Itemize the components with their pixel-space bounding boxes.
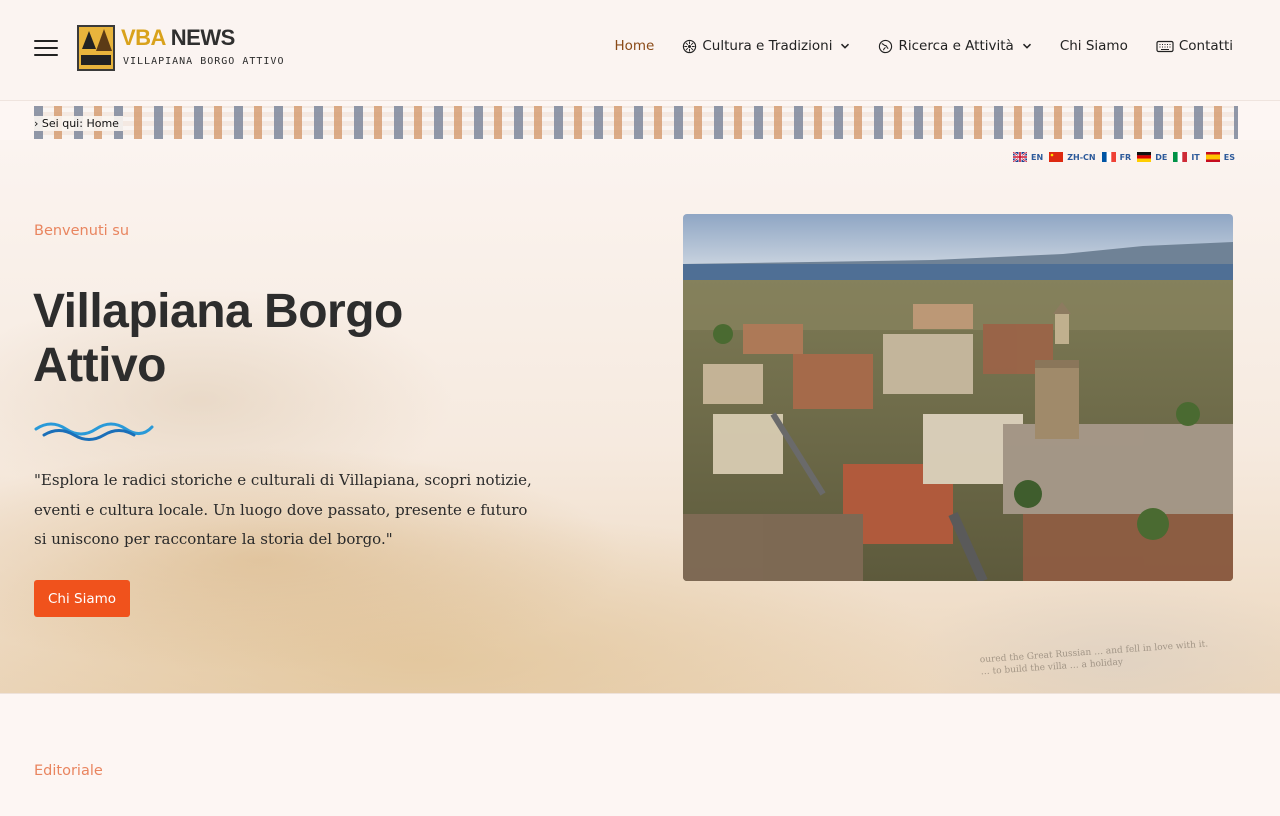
hero-title: Villapiana Borgo Attivo bbox=[33, 285, 403, 392]
lang-code: FR bbox=[1119, 152, 1132, 162]
logo-tagline: VILLAPIANA BORGO ATTIVO bbox=[123, 56, 285, 67]
nav-item-cultura-e-tradizioni[interactable]: Cultura e Tradizioni bbox=[682, 38, 850, 54]
site-logo[interactable]: VBA NEWS VILLAPIANA BORGO ATTIVO bbox=[77, 25, 287, 73]
lang-es[interactable]: ES bbox=[1205, 152, 1235, 162]
logo-brand-vba: VBA bbox=[121, 25, 166, 50]
lang-it[interactable]: IT bbox=[1173, 152, 1200, 162]
lang-code: IT bbox=[1191, 152, 1200, 162]
lang-code: ES bbox=[1223, 152, 1235, 162]
lang-code: DE bbox=[1155, 152, 1168, 162]
nav-item-chi-siamo[interactable]: Chi Siamo bbox=[1060, 38, 1128, 54]
breadcrumb: › Sei qui: Home bbox=[34, 116, 123, 131]
germany-flag-icon bbox=[1137, 152, 1152, 162]
nav-item-label: Contatti bbox=[1178, 38, 1233, 54]
lang-en[interactable]: EN bbox=[1013, 152, 1043, 162]
hero-divider bbox=[0, 693, 1280, 694]
hamburger-menu-icon[interactable] bbox=[34, 40, 58, 56]
flower-icon bbox=[683, 39, 697, 53]
nav-item-label: Ricerca e Attività bbox=[898, 38, 1014, 54]
logo-title: VBA NEWS bbox=[121, 25, 235, 51]
nav-item-ricerca-e-attivita[interactable]: Ricerca e Attività bbox=[878, 38, 1031, 54]
nav-item-label: Home bbox=[614, 38, 655, 54]
decorative-pattern-banner bbox=[34, 106, 1238, 139]
site-header: VBA NEWS VILLAPIANA BORGO ATTIVO Home Cu… bbox=[0, 0, 1280, 101]
chevron-down-icon bbox=[1022, 43, 1031, 49]
chevron-down-icon bbox=[841, 43, 850, 49]
logo-emblem-icon bbox=[77, 25, 115, 71]
waves-icon bbox=[34, 422, 154, 441]
nav-item-label: Chi Siamo bbox=[1059, 38, 1128, 54]
hero-quote: "Esplora le radici storiche e culturali … bbox=[34, 471, 532, 548]
lang-code: ZH-CN bbox=[1067, 152, 1096, 162]
breadcrumb-label: Sei qui: bbox=[41, 117, 83, 130]
breadcrumb-current[interactable]: Home bbox=[86, 117, 118, 130]
language-switcher: EN ZH-CN FR DE IT ES bbox=[1013, 152, 1235, 162]
village-aerial-photo-icon bbox=[683, 214, 1233, 581]
chi-siamo-button[interactable]: Chi Siamo bbox=[34, 580, 130, 617]
spain-flag-icon bbox=[1205, 152, 1220, 162]
lang-de[interactable]: DE bbox=[1137, 152, 1167, 162]
hero-eyebrow: Benvenuti su bbox=[34, 223, 130, 239]
france-flag-icon bbox=[1101, 152, 1116, 162]
lang-code: EN bbox=[1031, 152, 1044, 162]
hero-image-aerial-village bbox=[683, 214, 1233, 581]
china-flag-icon bbox=[1049, 152, 1064, 162]
italy-flag-icon bbox=[1173, 152, 1188, 162]
globe-icon bbox=[879, 39, 893, 53]
lang-fr[interactable]: FR bbox=[1101, 152, 1132, 162]
editorial-section-label: Editoriale bbox=[34, 763, 103, 779]
logo-brand-news: NEWS bbox=[170, 25, 236, 50]
nav-item-label: Cultura e Tradizioni bbox=[702, 38, 833, 54]
uk-flag-icon bbox=[1013, 152, 1028, 162]
keyboard-icon bbox=[1156, 40, 1174, 52]
nav-item-home[interactable]: Home bbox=[614, 38, 654, 54]
main-nav: Home Cultura e Tradizioni Ricerca e Atti… bbox=[586, 38, 1233, 54]
breadcrumb-chevron-icon: › bbox=[34, 117, 39, 130]
lang-zh-cn[interactable]: ZH-CN bbox=[1049, 152, 1096, 162]
nav-item-contatti[interactable]: Contatti bbox=[1156, 38, 1233, 54]
